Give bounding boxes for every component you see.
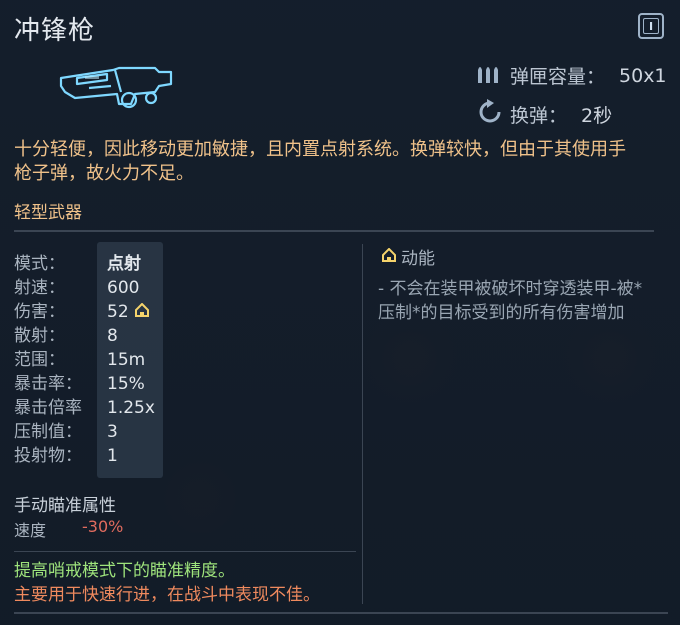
stat-label: 射速： (14, 278, 65, 298)
armor-pierce-icon (382, 247, 396, 267)
stat-value: 3 (107, 420, 118, 444)
stat-row: 暴击率： 15% (14, 372, 145, 396)
stat-label: 散射： (14, 326, 65, 346)
stat-row: 模式： 点射 (14, 252, 141, 276)
magazine-label: 弹匣容量： (510, 66, 606, 88)
divider (14, 230, 654, 232)
divider-bottom (14, 612, 668, 614)
perk-description: - 不会在装甲被破坏时穿透装甲-被*压制*的目标受到的所有伤害增加 (378, 279, 643, 323)
stat-value: 15m (107, 348, 145, 372)
weapon-category: 轻型武器 (14, 203, 82, 223)
stat-value: 8 (107, 324, 118, 348)
reload-label: 换弹： (510, 105, 568, 127)
reload-icon (478, 99, 502, 130)
weapon-title: 冲锋枪 (14, 16, 96, 46)
stat-value-text: 8 (107, 326, 118, 346)
stat-label: 暴击率： (14, 374, 82, 394)
manual-aim-speed: 速度 -30% (14, 517, 123, 541)
stat-value: 点射 (107, 252, 141, 276)
bullets-icon (476, 62, 502, 89)
stat-label: 伤害： (14, 302, 65, 322)
stat-value-text: 15m (107, 350, 146, 370)
info-button[interactable]: I (638, 13, 664, 39)
submachine-gun-icon (55, 62, 175, 118)
stat-row: 暴击倍率 1.25x (14, 396, 155, 420)
stat-label: 暴击倍率 (14, 398, 82, 418)
stat-value-text: 600 (107, 278, 140, 298)
stat-value: 1 (107, 444, 118, 468)
aim-speed-label: 速度 (14, 521, 47, 540)
pro-text: 提高哨戒模式下的瞄准精度。 (14, 561, 235, 581)
con-text: 主要用于快速行进，在战斗中表现不佳。 (14, 585, 320, 605)
stat-label: 压制值： (14, 422, 82, 442)
stat-value: 15% (107, 372, 145, 396)
stat-value-text: 1.25x (107, 398, 155, 418)
stat-row: 范围： 15m (14, 348, 145, 372)
magazine-stat: 弹匣容量： 50x1 (476, 62, 667, 89)
manual-aim-title: 手动瞄准属性 (14, 496, 116, 516)
stat-value: 600 (107, 276, 139, 300)
stat-label: 模式： (14, 254, 65, 274)
divider-vertical (362, 244, 363, 604)
stat-value: 1.25x (107, 396, 155, 420)
reload-value: 2秒 (581, 105, 613, 127)
reload-stat: 换弹： 2秒 (478, 99, 612, 130)
stat-row: 投射物： 1 (14, 444, 118, 468)
stat-value: 52 (107, 300, 149, 324)
stat-value-text: 3 (107, 422, 118, 442)
info-icon: I (643, 18, 659, 34)
stat-value-text: 1 (107, 446, 118, 466)
stat-value-text: 点射 (107, 254, 141, 274)
aim-speed-value: -30% (82, 517, 124, 536)
weapon-description: 十分轻便，因此移动更加敏捷，且内置点射系统。换弹较快，但由于其使用手枪子弹，故火… (14, 139, 626, 184)
stat-value-text: 52 (107, 302, 129, 322)
stat-value-text: 15% (107, 374, 145, 394)
stat-label: 投射物： (14, 446, 82, 466)
stat-row: 散射： 8 (14, 324, 118, 348)
divider (14, 551, 356, 552)
stat-row: 伤害： 52 (14, 300, 149, 324)
perk-title: 动能 (382, 244, 435, 269)
stat-label: 范围： (14, 350, 65, 370)
weapon-tooltip-panel: 冲锋枪 I 弹匣容量： 50x1 换弹： 2秒 十分轻便，因此移动更加敏捷，且内… (0, 0, 680, 625)
stat-row: 压制值： 3 (14, 420, 118, 444)
stat-row: 射速： 600 (14, 276, 139, 300)
magazine-value: 50x1 (619, 64, 667, 87)
armor-pierce-icon (134, 300, 149, 324)
perk-title-label: 动能 (401, 249, 435, 269)
